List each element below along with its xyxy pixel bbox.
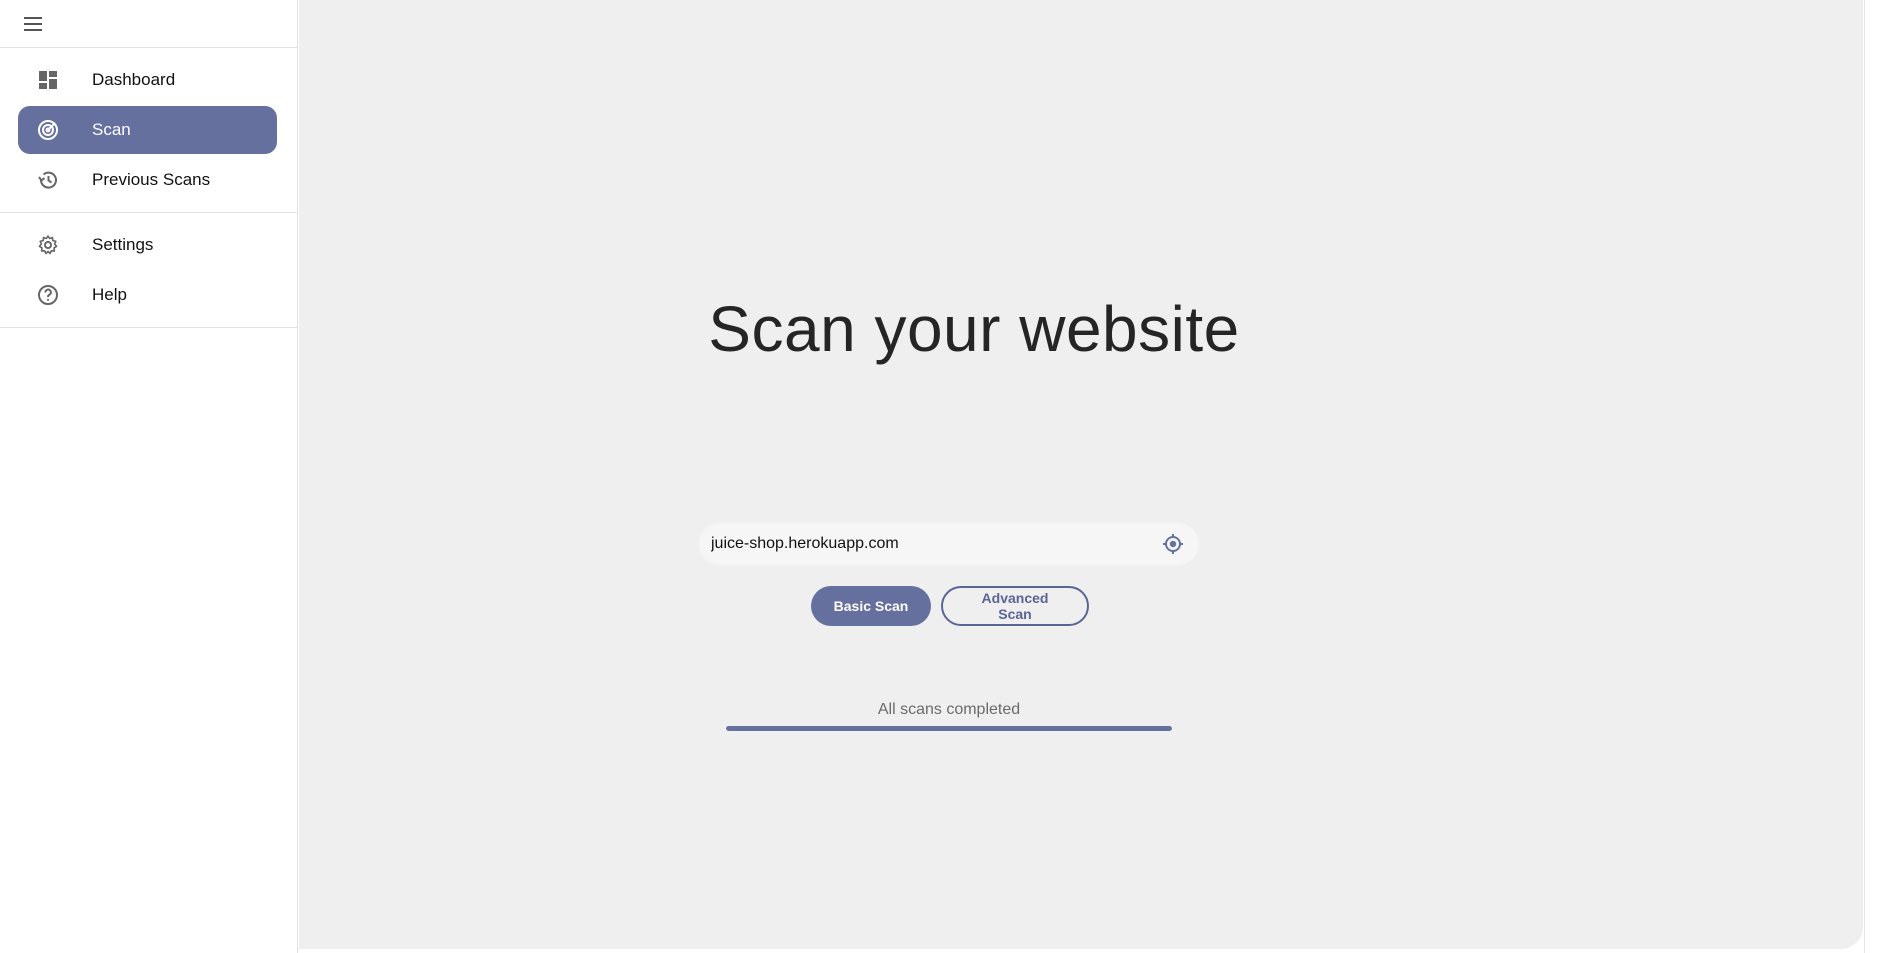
url-search-bar [699, 523, 1199, 565]
sidebar-item-previous-scans[interactable]: Previous Scans [18, 156, 277, 204]
sidebar-item-label: Scan [92, 120, 131, 139]
sidebar-item-label: Settings [92, 235, 154, 254]
url-input[interactable] [711, 535, 1159, 553]
sidebar-item-help[interactable]: Help [18, 271, 277, 319]
primary-nav: Dashboard Scan Previous Scans [0, 48, 297, 213]
crosshair-target-icon[interactable] [1159, 530, 1187, 558]
page-title: Scan your website [708, 293, 1240, 365]
sidebar-topbar [0, 0, 297, 48]
sidebar: Dashboard Scan Previous Scans Settings H… [0, 0, 298, 953]
scan-buttons: Basic Scan Advanced Scan [811, 586, 1089, 626]
scrollbar-track [1864, 0, 1865, 953]
sidebar-item-label: Help [92, 285, 127, 304]
sidebar-item-scan[interactable]: Scan [18, 106, 277, 154]
page-scrollbar[interactable] [1864, 0, 1902, 953]
sidebar-item-label: Previous Scans [92, 170, 211, 189]
advanced-scan-button[interactable]: Advanced Scan [941, 586, 1089, 626]
scan-progress-fill [726, 726, 1172, 731]
dashboard-icon [18, 70, 78, 90]
scan-progress-bar [726, 726, 1172, 731]
app-root: Dashboard Scan Previous Scans Settings H… [0, 0, 1902, 953]
history-icon [18, 169, 78, 191]
sidebar-item-label: Dashboard [92, 70, 176, 89]
hamburger-menu-icon[interactable] [22, 12, 46, 36]
radar-target-icon [18, 119, 78, 141]
help-circle-icon [18, 284, 78, 306]
sidebar-item-settings[interactable]: Settings [18, 221, 277, 269]
secondary-nav: Settings Help [0, 213, 297, 328]
main-content: Scan your website Basic Scan Advanced Sc… [299, 0, 1863, 949]
scan-status-text: All scans completed [877, 701, 1021, 718]
sidebar-item-dashboard[interactable]: Dashboard [18, 56, 277, 104]
basic-scan-button[interactable]: Basic Scan [811, 586, 931, 626]
gear-icon [18, 234, 78, 256]
